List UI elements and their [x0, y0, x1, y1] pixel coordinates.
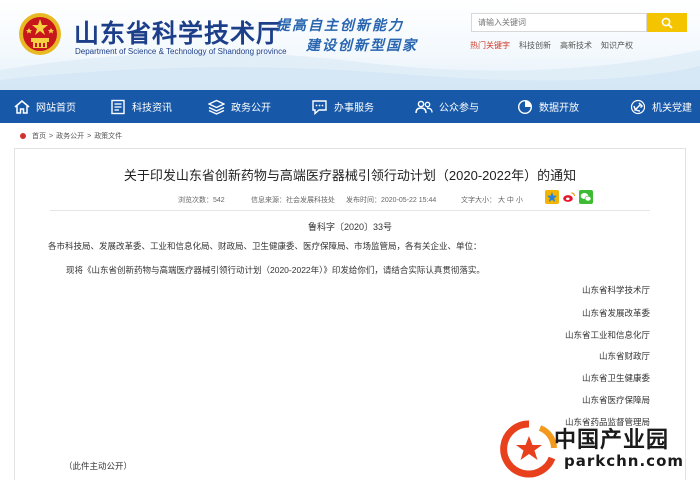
nav-item-government-affairs[interactable]: 政务公开 [208, 90, 271, 123]
site-subtitle: Department of Science & Technology of Sh… [75, 47, 287, 56]
font-size-controls: 文字大小： 大 中 小 [461, 195, 523, 205]
public-disclosure-note: （此件主动公开） [64, 461, 133, 471]
article-date: 发布时间：2020-05-22 15:44 [346, 197, 437, 204]
nav-item-label: 公众参与 [439, 103, 479, 114]
hot-keyword-link[interactable]: 知识产权 [601, 40, 633, 51]
hot-keyword-link[interactable]: 科技创新 [519, 40, 551, 51]
signatory: 山东省财政厅 [598, 351, 650, 361]
search-input[interactable] [471, 13, 647, 32]
hot-keywords: 热门关键字 科技创新 高新技术 知识产权 [470, 40, 633, 51]
site-header: 山东省科学技术厅 Department of Science & Technol… [0, 0, 700, 90]
national-emblem-icon [19, 13, 61, 55]
nav-item-label: 网站首页 [36, 103, 76, 114]
breadcrumb-link[interactable]: 政务公开 [56, 131, 84, 141]
slogan-line-1: 提高自主创新能力 [276, 18, 404, 34]
font-size-label: 文字大小： [461, 197, 496, 204]
layers-icon [208, 99, 225, 115]
site-title: 山东省科学技术厅 [74, 19, 283, 48]
signatory: 山东省医疗保障局 [581, 395, 650, 405]
nav-item-label: 机关党建 [652, 103, 692, 114]
nav-item-public-participation[interactable]: 公众参与 [415, 90, 479, 123]
search-button[interactable] [647, 13, 687, 32]
hot-keywords-label: 热门关键字 [470, 41, 510, 50]
article-source: 信息来源：社会发展科技处 [251, 197, 335, 204]
chat-icon [312, 99, 327, 115]
location-dot-icon [20, 133, 26, 139]
watermark-url: parkchn.com [564, 452, 685, 470]
wechat-share-icon[interactable] [579, 190, 593, 204]
breadcrumb-link[interactable]: 政策文件 [94, 131, 122, 141]
people-icon [415, 100, 433, 113]
main-nav: 网站首页 科技资讯 政务公开 办事服务 公众参与 数据开放 机关党建 [0, 90, 700, 123]
signatory: 山东省工业和信息化厅 [564, 330, 650, 340]
nav-item-services[interactable]: 办事服务 [311, 90, 374, 123]
article-views: 浏览次数：542 [178, 197, 225, 204]
nav-item-label: 办事服务 [334, 103, 374, 114]
nav-item-label: 科技资讯 [132, 103, 172, 114]
qzone-share-icon[interactable] [545, 190, 559, 204]
body-paragraph: 现将《山东省创新药物与高端医疗器械引领行动计划（2020-2022年）》印发给你… [66, 265, 485, 275]
nav-item-open-data[interactable]: 数据开放 [517, 90, 579, 123]
nav-item-label: 数据开放 [539, 103, 579, 114]
parkchn-logo-icon [500, 420, 557, 478]
recipients-line: 各市科技局、发展改革委、工业和信息化局、财政局、卫生健康委、医疗保障局、市场监管… [48, 241, 482, 251]
signatory: 山东省卫生健康委 [581, 373, 650, 383]
home-icon [14, 99, 30, 114]
data-icon [517, 99, 533, 114]
hot-keyword-link[interactable]: 高新技术 [560, 40, 592, 51]
news-icon [111, 99, 125, 114]
signatory: 山东省发展改革委 [581, 308, 650, 318]
watermark-text: 中国产业园 [554, 428, 670, 453]
nav-item-home[interactable]: 网站首页 [14, 90, 76, 123]
nav-item-news[interactable]: 科技资讯 [110, 90, 172, 123]
font-size-medium-button[interactable]: 中 [507, 197, 514, 204]
nav-item-label: 政务公开 [231, 103, 271, 114]
parkchn-watermark: 中国产业园 parkchn.com [500, 418, 700, 480]
nav-item-party-building[interactable]: 机关党建 [630, 90, 692, 123]
search-icon [661, 17, 673, 29]
font-size-small-button[interactable]: 小 [516, 197, 523, 204]
share-buttons [545, 190, 593, 204]
breadcrumb-separator: > [87, 132, 92, 140]
slogan-line-2: 建设创新型国家 [306, 38, 418, 54]
breadcrumb-separator: > [49, 132, 54, 140]
font-size-large-button[interactable]: 大 [498, 197, 505, 204]
signatory: 山东省科学技术厅 [581, 285, 650, 295]
article-title: 关于印发山东省创新药物与高端医疗器械引领行动计划（2020-2022年）的通知 [123, 168, 577, 183]
breadcrumb: 首页 > 政务公开 > 政策文件 [20, 131, 122, 141]
breadcrumb-link[interactable]: 首页 [32, 131, 46, 141]
title-divider [50, 210, 650, 211]
party-icon [630, 99, 646, 114]
document-number: 鲁科字〔2020〕33号 [307, 222, 393, 232]
weibo-share-icon[interactable] [562, 190, 576, 204]
